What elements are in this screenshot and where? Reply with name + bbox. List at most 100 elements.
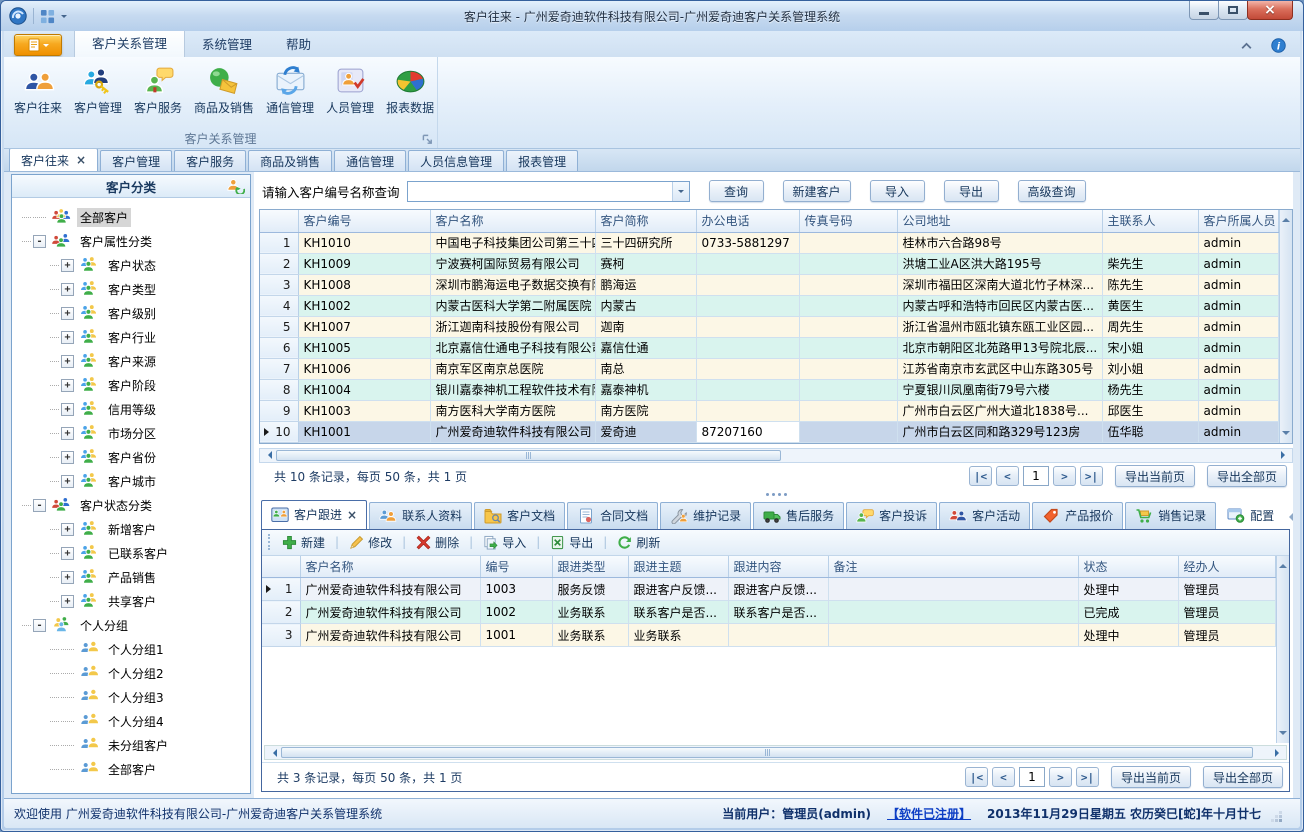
- ribbon-button[interactable]: 报表数据: [380, 62, 440, 118]
- tree-item[interactable]: +市场分区: [12, 421, 250, 445]
- ribbon-tab[interactable]: 客户关系管理: [74, 31, 185, 57]
- expand-toggle-icon[interactable]: +: [61, 547, 74, 560]
- detail-tab[interactable]: 客户跟进×: [261, 500, 367, 529]
- column-header[interactable]: 客户名称: [430, 210, 595, 232]
- category-settings-icon[interactable]: [227, 178, 245, 194]
- tree-item[interactable]: +客户阶段: [12, 373, 250, 397]
- column-header[interactable]: 跟进主题: [628, 556, 728, 578]
- tree-item[interactable]: 未分组客户: [12, 733, 250, 757]
- tree-item[interactable]: +客户级别: [12, 301, 250, 325]
- tree-item[interactable]: +客户城市: [12, 469, 250, 493]
- table-row[interactable]: 10KH1001广州爱奇迪软件科技有限公司爱奇迪87207160广州市白云区同和…: [260, 421, 1279, 442]
- ribbon-button[interactable]: 通信管理: [260, 62, 320, 118]
- scroll-right-icon[interactable]: [1277, 449, 1292, 462]
- tree-item[interactable]: +客户类型: [12, 277, 250, 301]
- ribbon-tab[interactable]: 系统管理: [185, 31, 269, 57]
- table-row[interactable]: 3广州爱奇迪软件科技有限公司1001业务联系业务联系处理中管理员: [262, 624, 1276, 647]
- scroll-up-icon[interactable]: [1282, 214, 1290, 222]
- tree-item[interactable]: 个人分组4: [12, 709, 250, 733]
- ribbon-button[interactable]: 人员管理: [320, 62, 380, 118]
- registration-status-link[interactable]: 【软件已注册】: [887, 805, 971, 822]
- page-number-input[interactable]: [1023, 466, 1049, 486]
- export-current-page-button[interactable]: 导出当前页: [1111, 766, 1191, 788]
- tree-item[interactable]: +客户来源: [12, 349, 250, 373]
- expand-toggle-icon[interactable]: +: [61, 451, 74, 464]
- ribbon-button[interactable]: 商品及销售: [188, 62, 260, 118]
- tab-close-icon[interactable]: ×: [76, 155, 86, 165]
- export-all-pages-button[interactable]: 导出全部页: [1207, 465, 1287, 487]
- document-tab[interactable]: 客户服务: [174, 150, 246, 171]
- add-button[interactable]: 新建: [279, 534, 328, 551]
- detail-tab[interactable]: 销售记录: [1125, 502, 1216, 529]
- ribbon-tab[interactable]: 帮助: [269, 31, 328, 57]
- column-header[interactable]: 客户名称: [300, 556, 480, 578]
- document-tab[interactable]: 客户往来×: [9, 148, 98, 171]
- expand-toggle-icon[interactable]: +: [61, 571, 74, 584]
- dialog-launcher-icon[interactable]: [421, 133, 433, 145]
- import-button[interactable]: 导入: [870, 180, 925, 202]
- expand-toggle-icon[interactable]: +: [61, 379, 74, 392]
- detail-grid-horizontal-scrollbar[interactable]: [264, 745, 1287, 760]
- detail-tab[interactable]: 产品报价: [1032, 502, 1123, 529]
- export-all-pages-button[interactable]: 导出全部页: [1203, 766, 1283, 788]
- panel-splitter[interactable]: [259, 490, 1293, 499]
- expand-toggle-icon[interactable]: +: [61, 523, 74, 536]
- table-row[interactable]: 4KH1002内蒙古医科大学第二附属医院内蒙古内蒙古呼和浩特市回民区内蒙古医..…: [260, 295, 1279, 316]
- scroll-right-icon[interactable]: [1271, 746, 1286, 759]
- tree-item[interactable]: +共享客户: [12, 589, 250, 613]
- maximize-button[interactable]: [1218, 1, 1248, 20]
- refresh-button[interactable]: 刷新: [614, 534, 663, 551]
- expand-toggle-icon[interactable]: -: [33, 235, 46, 248]
- detail-tab[interactable]: 维护记录: [660, 502, 751, 529]
- column-header[interactable]: 跟进内容: [728, 556, 828, 578]
- scroll-down-icon[interactable]: [1282, 431, 1290, 439]
- table-row[interactable]: 5KH1007浙江迦南科技股份有限公司迦南浙江省温州市瓯北镇东瓯工业区园...周…: [260, 316, 1279, 337]
- search-input[interactable]: [408, 182, 672, 201]
- prev-page-button[interactable]: <: [996, 466, 1019, 486]
- first-page-button[interactable]: |<: [969, 466, 992, 486]
- expand-toggle-icon[interactable]: +: [61, 475, 74, 488]
- export-button[interactable]: 导出: [547, 534, 596, 551]
- detail-tab[interactable]: 客户投诉: [846, 502, 937, 529]
- resize-grip-icon[interactable]: [1279, 819, 1282, 822]
- info-icon[interactable]: i: [1271, 38, 1286, 53]
- tree-item[interactable]: 个人分组3: [12, 685, 250, 709]
- expand-toggle-icon[interactable]: -: [33, 499, 46, 512]
- expand-toggle-icon[interactable]: +: [61, 355, 74, 368]
- tree-item[interactable]: +已联系客户: [12, 541, 250, 565]
- document-tab[interactable]: 报表管理: [506, 150, 578, 171]
- tree-item[interactable]: 个人分组2: [12, 661, 250, 685]
- detail-tab[interactable]: 合同文档: [567, 502, 658, 529]
- tree-item[interactable]: +信用等级: [12, 397, 250, 421]
- table-row[interactable]: 6KH1005北京嘉信仕通电子科技有限公司嘉信仕通北京市朝阳区北苑路甲13号院北…: [260, 337, 1279, 358]
- ribbon-button[interactable]: 客户管理: [68, 62, 128, 118]
- detail-grid-vertical-scrollbar[interactable]: [1276, 556, 1289, 744]
- table-row[interactable]: 2KH1009宁波赛柯国际贸易有限公司赛柯洪塘工业A区洪大路195号柴先生adm…: [260, 253, 1279, 274]
- last-page-button[interactable]: >|: [1076, 767, 1099, 787]
- column-header[interactable]: 传真号码: [799, 210, 897, 232]
- qat-dropdown-icon[interactable]: [61, 15, 67, 21]
- export-button[interactable]: 导出: [944, 180, 999, 202]
- scrollbar-thumb[interactable]: [281, 747, 1253, 758]
- table-row[interactable]: 8KH1004银川嘉泰神机工程软件技术有限公司嘉泰神机宁夏银川凤凰南街79号六楼…: [260, 379, 1279, 400]
- document-tab[interactable]: 人员信息管理: [408, 150, 504, 171]
- ribbon-button[interactable]: 客户往来: [8, 62, 68, 118]
- prev-page-button[interactable]: <: [992, 767, 1015, 787]
- column-header[interactable]: 状态: [1078, 556, 1178, 578]
- edit-button[interactable]: 修改: [346, 534, 395, 551]
- column-header[interactable]: 客户编号: [298, 210, 430, 232]
- scroll-up-icon[interactable]: [1279, 560, 1287, 568]
- main-grid-vertical-scrollbar[interactable]: [1279, 210, 1292, 443]
- column-header[interactable]: 客户所属人员: [1198, 210, 1279, 232]
- column-header[interactable]: 主联系人: [1102, 210, 1198, 232]
- combo-dropdown-button[interactable]: [672, 182, 689, 201]
- scrollbar-thumb[interactable]: [276, 450, 781, 461]
- tree-item[interactable]: +产品销售: [12, 565, 250, 589]
- column-header[interactable]: 编号: [480, 556, 552, 578]
- tree-item[interactable]: +客户省份: [12, 445, 250, 469]
- column-header[interactable]: 办公电话: [696, 210, 799, 232]
- document-tab[interactable]: 通信管理: [334, 150, 406, 171]
- table-row[interactable]: 2广州爱奇迪软件科技有限公司1002业务联系联系客户是否...联系客户是否...…: [262, 601, 1276, 624]
- detail-tab[interactable]: 客户文档: [474, 502, 565, 529]
- first-page-button[interactable]: |<: [965, 767, 988, 787]
